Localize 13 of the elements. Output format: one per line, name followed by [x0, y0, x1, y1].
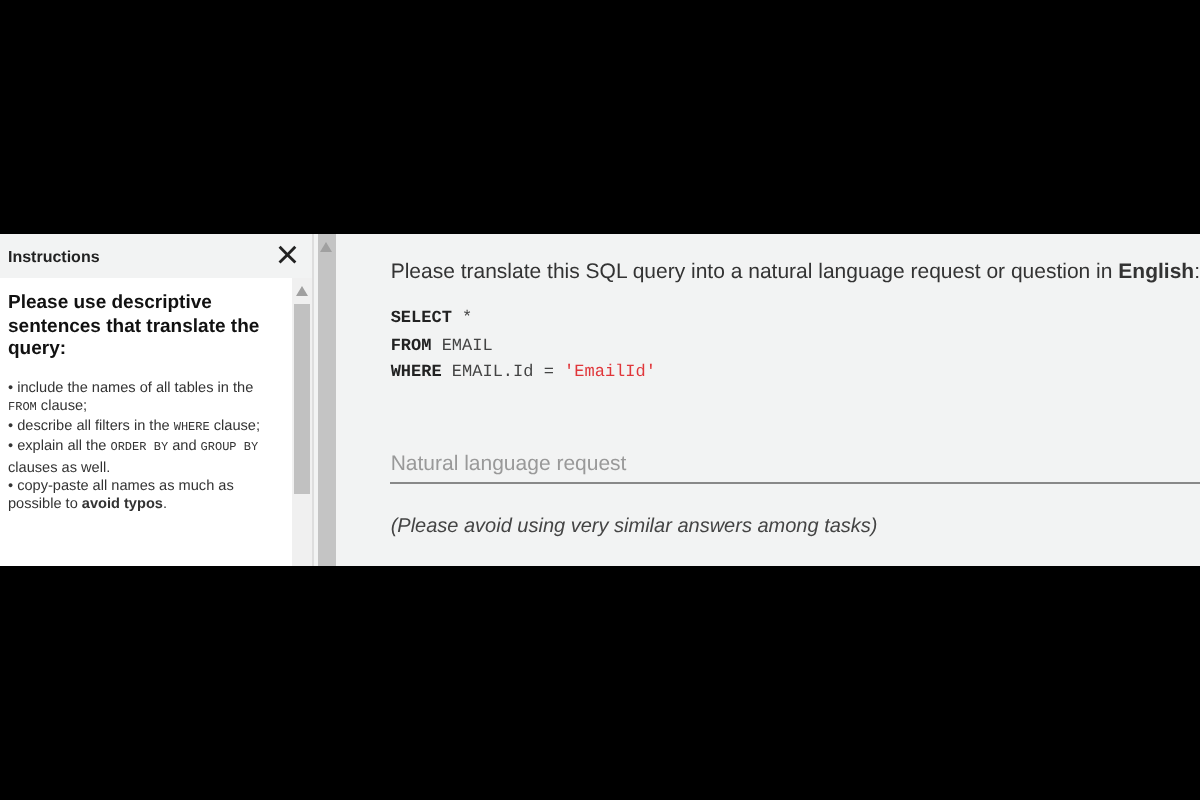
close-button[interactable]: × — [275, 240, 300, 272]
sql-line: SELECT * — [390, 306, 475, 332]
sql-line: WHERE EMAIL.Id = 'EmailId' — [390, 360, 658, 386]
scrollbar[interactable] — [317, 234, 337, 566]
instructions-heading: Please use descriptive sentences that translate the query: — [8, 292, 262, 361]
request-input-field[interactable]: Natural language request — [390, 451, 1200, 483]
scroll-up-icon[interactable] — [320, 242, 333, 252]
note-text: (Please avoid using very similar answers among tasks) — [390, 515, 880, 537]
scrollbar[interactable] — [291, 278, 312, 566]
scroll-up-icon[interactable] — [295, 286, 308, 296]
task-prompt: Please translate this SQL query into a natural language request or question in English: — [390, 260, 1200, 284]
panel-title: Instructions — [8, 247, 100, 265]
sql-line: FROM EMAIL — [390, 333, 495, 359]
